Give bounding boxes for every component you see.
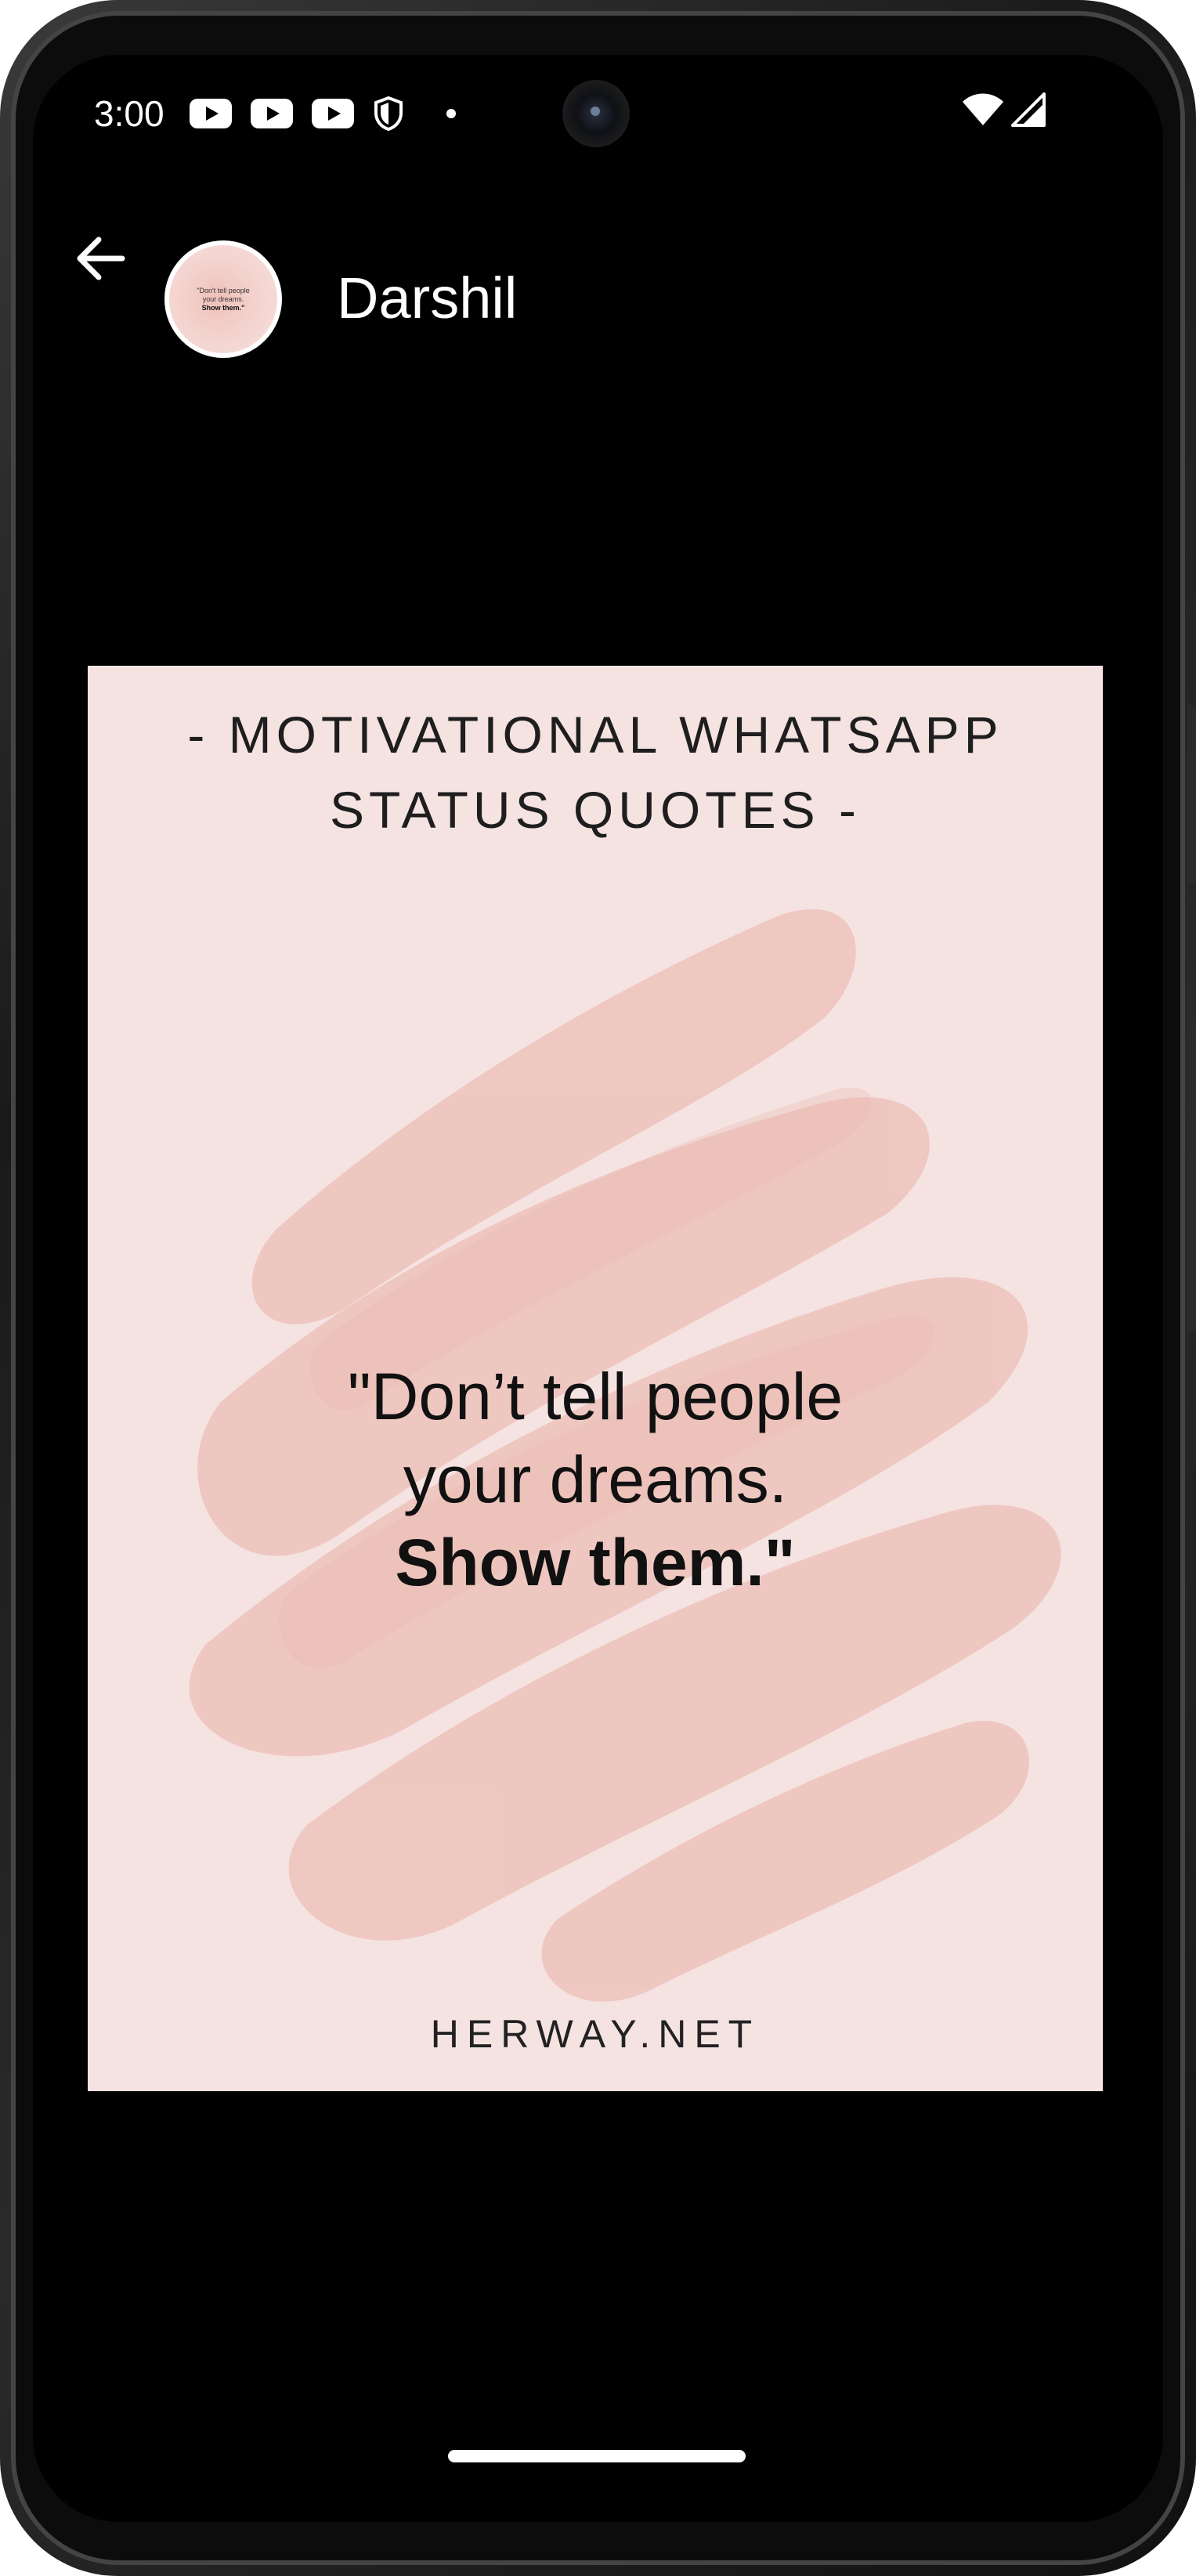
youtube-icon — [190, 99, 232, 128]
home-indicator[interactable] — [448, 2450, 746, 2462]
avatar-text: "Don't tell people — [197, 286, 250, 294]
shield-icon — [373, 96, 404, 132]
avatar[interactable]: "Don't tell people your dreams. Show the… — [164, 240, 282, 358]
quote-text: "Don’t tell people — [347, 1360, 844, 1433]
arrow-left-icon — [75, 237, 125, 284]
status-image[interactable]: - MOTIVATIONAL WHATSAPP STATUS QUOTES - … — [88, 666, 1103, 2091]
front-camera — [562, 80, 630, 147]
phone-frame: 3:00 "Don't tell people your dreams. Sho… — [0, 0, 1196, 2576]
quote-text: your dreams. — [403, 1443, 788, 1516]
screen: 3:00 "Don't tell people your dreams. Sho… — [33, 55, 1163, 2522]
watermark-text: HERWAY.NET — [430, 2012, 761, 2056]
status-bar: 3:00 — [33, 55, 1163, 172]
power-button — [1188, 1018, 1196, 1331]
system-icons — [961, 92, 1046, 131]
signal-icon — [1011, 92, 1046, 131]
volume-button — [1188, 705, 1196, 885]
image-title: STATUS QUOTES - — [330, 781, 861, 839]
quote-text-bold: Show them." — [395, 1526, 796, 1599]
avatar-text: Show them." — [201, 303, 245, 312]
youtube-icon — [251, 99, 293, 128]
avatar-text: your dreams. — [202, 294, 244, 303]
dot-icon — [446, 109, 456, 118]
youtube-icon — [312, 99, 354, 128]
status-time: 3:00 — [94, 93, 164, 134]
notification-icons — [190, 96, 456, 132]
contact-name[interactable]: Darshil — [337, 265, 517, 331]
wifi-icon — [961, 92, 1005, 131]
back-button[interactable] — [69, 229, 132, 291]
image-title: - MOTIVATIONAL WHATSAPP — [187, 706, 1003, 764]
status-viewer-header: "Don't tell people your dreams. Show the… — [33, 188, 1163, 358]
